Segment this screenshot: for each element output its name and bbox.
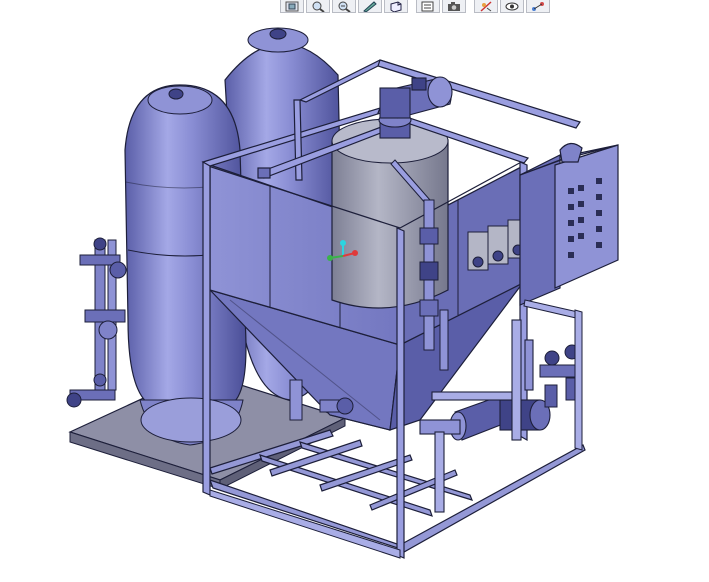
measure-icon: [532, 1, 544, 11]
iso-view-icon: [390, 0, 402, 12]
view-mode-button[interactable]: [416, 0, 440, 13]
zoom-in-icon: [312, 1, 325, 12]
measure-button[interactable]: [526, 0, 550, 13]
camera-icon: [448, 1, 460, 11]
hide-show-button[interactable]: [474, 0, 498, 13]
left-pipework: [66, 237, 127, 408]
fit-all-button[interactable]: [280, 0, 304, 13]
swap-visible-button[interactable]: [500, 0, 524, 13]
3d-viewport[interactable]: [0, 13, 709, 582]
zoom-out-icon: [338, 1, 351, 12]
normal-view-button[interactable]: [358, 0, 382, 13]
fit-all-icon: [285, 1, 299, 11]
zoom-in-button[interactable]: [306, 0, 330, 13]
iso-view-button[interactable]: [384, 0, 408, 13]
control-panel: [519, 142, 619, 306]
zoom-out-button[interactable]: [332, 0, 356, 13]
cad-model: [66, 27, 619, 559]
eye-icon: [505, 2, 519, 10]
hide-show-icon: [480, 0, 492, 12]
normal-view-icon: [363, 0, 377, 12]
view-toolbar: [280, 0, 550, 13]
capture-button[interactable]: [442, 0, 466, 13]
view-mode-icon: [421, 1, 434, 11]
